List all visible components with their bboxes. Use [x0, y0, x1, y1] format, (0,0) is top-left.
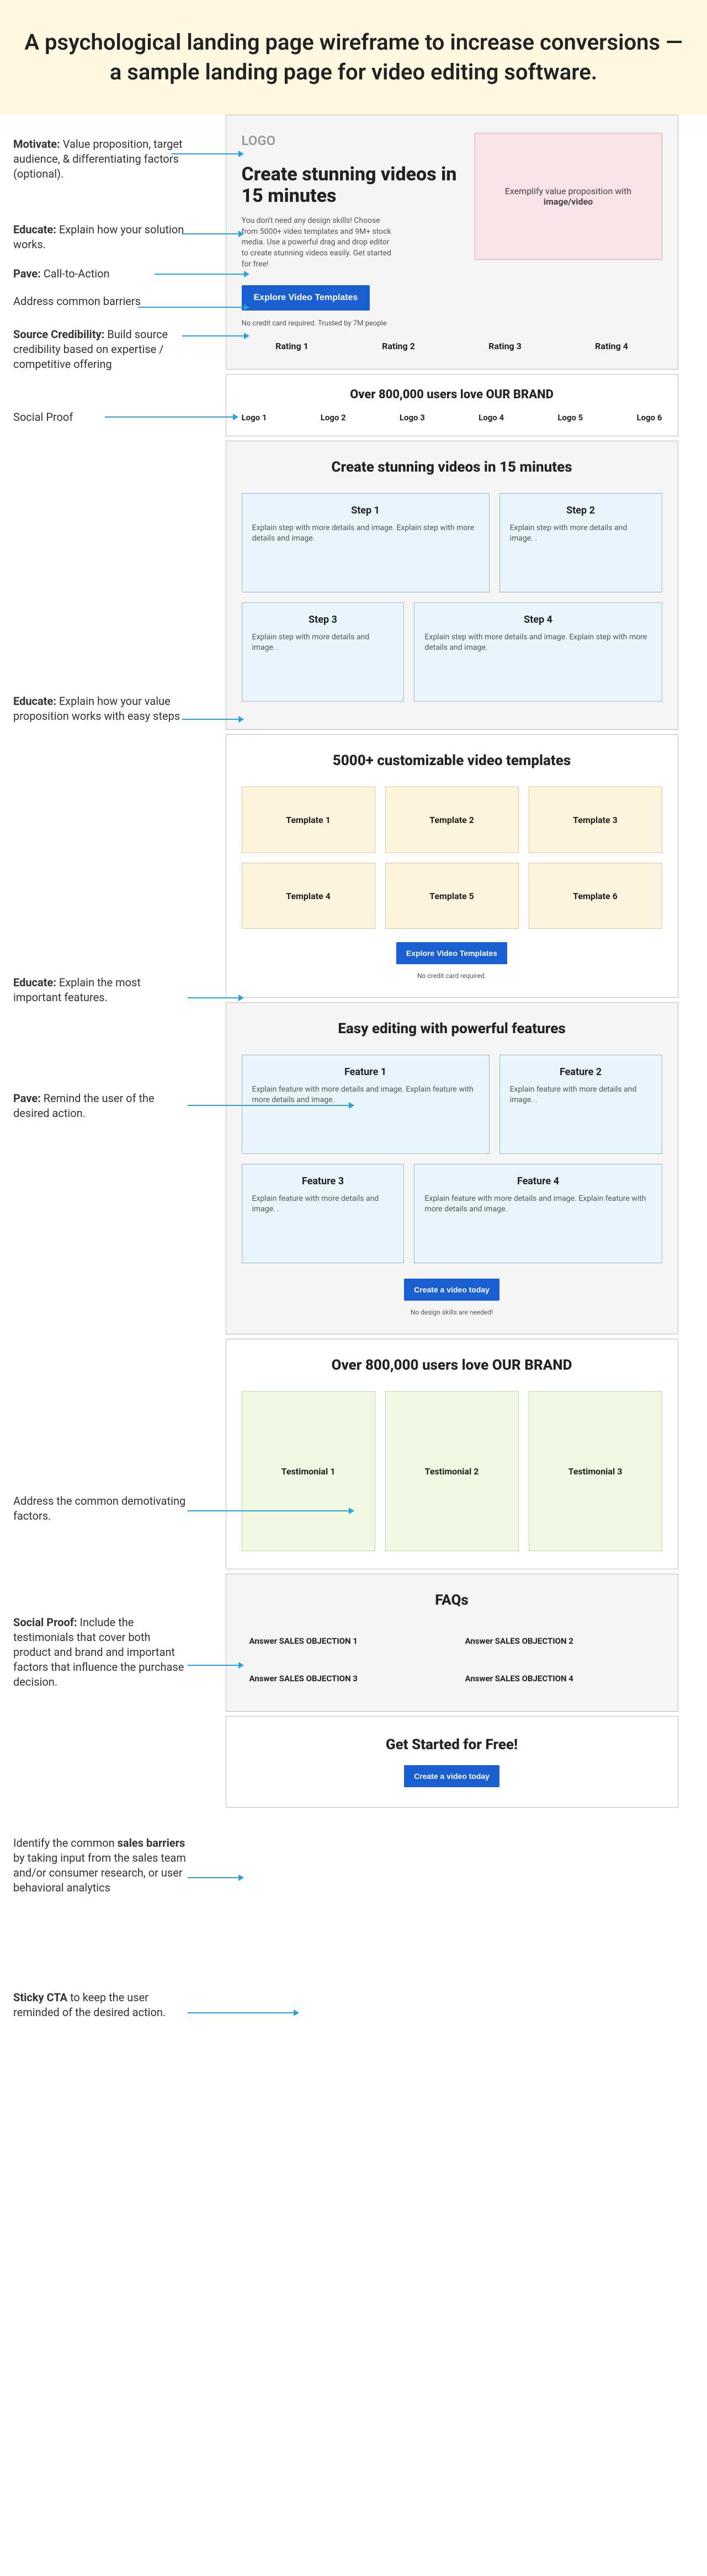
faqs-section: FAQs Answer SALES OBJECTION 1 Answer SAL…	[226, 1574, 678, 1712]
brand-logo-5: Logo 5	[557, 413, 583, 423]
templates-heading: 5000+ customizable video templates	[242, 752, 662, 769]
feature-2-body: Explain feature with more details and im…	[510, 1084, 652, 1105]
template-5: Template 5	[385, 863, 519, 929]
sticky-cta-section: Get Started for Free! Create a video tod…	[226, 1716, 678, 1808]
step-3-card: Step 3 Explain step with more details an…	[242, 602, 405, 702]
ann-credibility: Source Credibility: Build source credibi…	[13, 327, 190, 372]
templates-section: 5000+ customizable video templates Templ…	[226, 734, 678, 998]
rating-1: Rating 1	[242, 341, 343, 351]
logo: LOGO	[242, 133, 459, 148]
steps-heading: Create stunning videos in 15 minutes	[242, 459, 662, 475]
feature-4-body: Explain feature with more details and im…	[424, 1194, 651, 1215]
brand-logo-2: Logo 2	[321, 413, 346, 423]
features-cta-button[interactable]: Create a video today	[404, 1279, 499, 1301]
template-4: Template 4	[242, 863, 375, 929]
hero-subtext: You don't need any design skills! Choose…	[242, 216, 396, 270]
ann-objections: Identify the common sales barriers by ta…	[13, 1836, 190, 1895]
testimonial-1: Testimonial 1	[242, 1391, 375, 1551]
testimonial-2: Testimonial 2	[385, 1391, 519, 1551]
step-3-title: Step 3	[252, 614, 394, 626]
brand-logo-6: Logo 6	[637, 413, 662, 423]
feature-1-body: Explain feature with more details and im…	[252, 1084, 479, 1105]
hero-headline: Create stunning videos in 15 minutes	[242, 164, 459, 207]
sticky-heading: Get Started for Free!	[246, 1736, 658, 1753]
steps-section: Create stunning videos in 15 minutes Ste…	[226, 441, 678, 730]
feature-3-body: Explain feature with more details and im…	[252, 1194, 394, 1215]
feature-3-title: Feature 3	[252, 1175, 394, 1187]
step-2-title: Step 2	[510, 505, 652, 516]
ann-social2: Social Proof: Include the testimonials t…	[13, 1615, 190, 1690]
brand-logo-4: Logo 4	[479, 413, 504, 423]
testimonials-section: Over 800,000 users love OUR BRAND Testim…	[226, 1339, 678, 1569]
features-section: Easy editing with powerful features Feat…	[226, 1002, 678, 1334]
step-4-body: Explain step with more details and image…	[424, 632, 651, 653]
features-note: No design skills are needed!	[242, 1308, 662, 1316]
feature-4-card: Feature 4 Explain feature with more deta…	[414, 1164, 662, 1263]
feature-1-title: Feature 1	[252, 1066, 479, 1078]
templates-cta-button[interactable]: Explore Video Templates	[396, 942, 507, 964]
testimonial-3: Testimonial 3	[529, 1391, 662, 1551]
template-6: Template 6	[529, 863, 662, 929]
ann-sticky: Sticky CTA to keep the user reminded of …	[13, 1990, 190, 2020]
ann-educate3: Educate: Explain the most important feat…	[13, 975, 190, 1005]
step-1-card: Step 1 Explain step with more details an…	[242, 493, 490, 592]
step-2-card: Step 2 Explain step with more details an…	[499, 493, 662, 592]
hero-cta-button[interactable]: Explore Video Templates	[242, 285, 370, 311]
hero-section: LOGO Create stunning videos in 15 minute…	[226, 115, 678, 370]
template-2: Template 2	[385, 787, 519, 853]
features-heading: Easy editing with powerful features	[242, 1020, 662, 1037]
step-1-title: Step 1	[252, 505, 479, 516]
rating-3: Rating 3	[455, 341, 556, 351]
step-4-title: Step 4	[424, 614, 651, 626]
feature-2-card: Feature 2 Explain feature with more deta…	[499, 1055, 662, 1154]
social-heading: Over 800,000 users love OUR BRAND	[242, 388, 662, 402]
ann-motivate: Motivate: Value proposition, target audi…	[13, 137, 190, 181]
step-2-body: Explain step with more details and image…	[510, 523, 652, 544]
faq-3: Answer SALES OBJECTION 3	[247, 1664, 441, 1693]
feature-4-title: Feature 4	[424, 1175, 651, 1187]
templates-note: No credit card required.	[242, 972, 662, 980]
ann-educate1: Educate: Explain how your solution works…	[13, 222, 190, 252]
template-3: Template 3	[529, 787, 662, 853]
step-1-body: Explain step with more details and image…	[252, 523, 479, 544]
annotations-column: Motivate: Value proposition, target audi…	[0, 115, 210, 1834]
sticky-cta-button[interactable]: Create a video today	[404, 1765, 499, 1787]
faq-4: Answer SALES OBJECTION 4	[463, 1664, 657, 1693]
feature-2-title: Feature 2	[510, 1066, 652, 1078]
step-4-card: Step 4 Explain step with more details an…	[414, 602, 662, 702]
rating-4: Rating 4	[561, 341, 662, 351]
ann-pave2: Pave: Remind the user of the desired act…	[13, 1091, 190, 1121]
hero-media-placeholder: Exemplify value proposition with image/v…	[475, 133, 662, 260]
page-title: A psychological landing page wireframe t…	[0, 0, 707, 115]
faq-1: Answer SALES OBJECTION 1	[247, 1626, 441, 1656]
testimonials-heading: Over 800,000 users love OUR BRAND	[242, 1357, 662, 1373]
hero-barrier-text: No credit card required. Trusted by 7M p…	[242, 319, 459, 328]
faq-2: Answer SALES OBJECTION 2	[463, 1626, 657, 1656]
template-1: Template 1	[242, 787, 375, 853]
faqs-heading: FAQs	[242, 1592, 662, 1608]
rating-2: Rating 2	[348, 341, 449, 351]
ratings-row: Rating 1 Rating 2 Rating 3 Rating 4	[242, 341, 662, 351]
feature-3-card: Feature 3 Explain feature with more deta…	[242, 1164, 405, 1263]
wireframe-column: LOGO Create stunning videos in 15 minute…	[210, 115, 707, 1834]
ann-educate2: Educate: Explain how your value proposit…	[13, 694, 190, 724]
social-proof-section: Over 800,000 users love OUR BRAND Logo 1…	[226, 374, 678, 436]
brand-logo-1: Logo 1	[242, 413, 267, 423]
ann-demotivate: Address the common demotivating factors.	[13, 1494, 190, 1524]
step-3-body: Explain step with more details and image…	[252, 632, 394, 653]
brand-logo-3: Logo 3	[400, 413, 425, 423]
